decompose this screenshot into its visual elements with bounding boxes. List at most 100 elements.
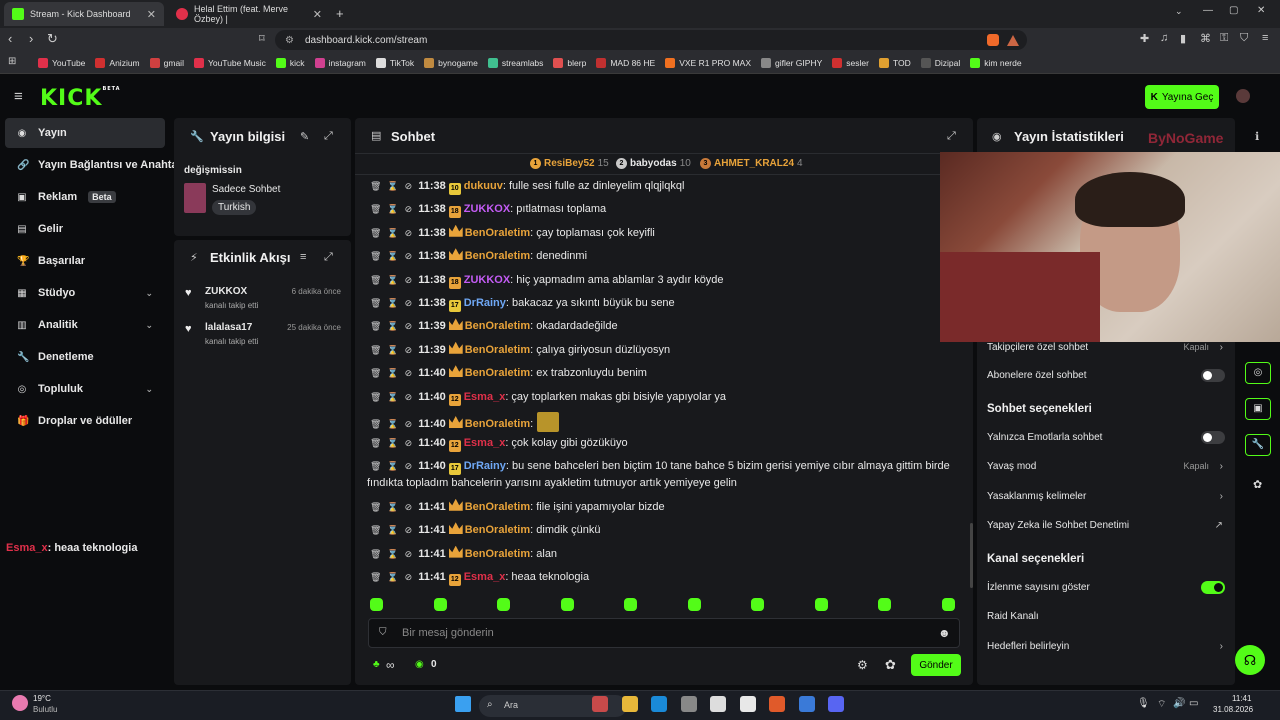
mod-actions-icon[interactable]: 🗑⌛⊘ bbox=[370, 438, 418, 448]
setting-row[interactable]: Takipçilere özel sohbet Kapalı › bbox=[987, 340, 1225, 354]
apps-grid-icon[interactable]: ⊞ bbox=[8, 56, 16, 67]
menu-icon[interactable]: ≡ bbox=[1262, 32, 1268, 44]
chat-message[interactable]: 🗑⌛⊘11:40 12 Esma_x: çok kolay gibi gözüküy… bbox=[370, 435, 960, 452]
message-username[interactable]: BenOraletim bbox=[465, 548, 530, 560]
bookmark-item[interactable]: instagram bbox=[314, 57, 366, 68]
toggle-switch[interactable] bbox=[1201, 368, 1225, 382]
hamburger-menu-icon[interactable]: ≡ bbox=[14, 88, 23, 105]
chat-message[interactable]: 🗑⌛⊘11:41 BenOraletim: file işini yapamıyo… bbox=[370, 498, 960, 516]
new-tab-icon[interactable]: + bbox=[336, 6, 344, 21]
chat-message[interactable]: 🗑⌛⊘11:38 BenOraletim: çay toplaması çok k… bbox=[370, 224, 960, 242]
taskbar-app-icon[interactable] bbox=[710, 696, 726, 712]
wallet-icon[interactable]: ⚿ bbox=[1220, 32, 1228, 45]
sidebar-item-7[interactable]: 🔧 Denetleme bbox=[5, 342, 165, 372]
message-username[interactable]: BenOraletim bbox=[465, 344, 530, 356]
mod-actions-icon[interactable]: 🗑⌛⊘ bbox=[370, 572, 418, 582]
quick-emote-icon[interactable] bbox=[751, 598, 764, 611]
message-username[interactable]: BenOraletim bbox=[465, 367, 530, 379]
sidebar-item-1[interactable]: 🔗 Yayın Bağlantısı ve Anahtar bbox=[5, 150, 182, 180]
bookmark-item[interactable]: YouTube bbox=[38, 57, 85, 68]
bookmark-item[interactable]: sesler bbox=[832, 57, 869, 68]
chat-message[interactable]: 🗑⌛⊘11:41 12 Esma_x: heaa teknologia bbox=[370, 569, 960, 586]
sidebar-item-9[interactable]: 🎁 Droplar ve ödüller bbox=[5, 406, 165, 436]
chat-scrollbar[interactable] bbox=[970, 523, 973, 588]
message-username[interactable]: BenOraletim bbox=[465, 524, 530, 536]
chat-message[interactable]: 🗑⌛⊘11:40 12 Esma_x: çay toplarken makas gb… bbox=[370, 389, 960, 406]
message-username[interactable]: ZUKKOX bbox=[464, 203, 510, 215]
taskbar-app-icon[interactable] bbox=[651, 696, 667, 712]
rail-mod-icon[interactable]: 🔧 bbox=[1245, 434, 1271, 456]
quick-emote-icon[interactable] bbox=[624, 598, 637, 611]
event-user[interactable]: lalalasa17 bbox=[205, 322, 252, 333]
popout-icon[interactable]: ⤢ bbox=[947, 130, 956, 143]
filter-icon[interactable]: ≡ bbox=[300, 251, 306, 263]
chat-message[interactable]: 🗑⌛⊘11:41 BenOraletim: alan bbox=[370, 545, 960, 563]
vpn-icon[interactable]: ⛉ bbox=[1240, 32, 1248, 45]
close-tab-icon[interactable]: ✕ bbox=[313, 8, 322, 21]
volume-icon[interactable]: 🔊 bbox=[1173, 698, 1185, 709]
taskbar-app-icon[interactable] bbox=[592, 696, 608, 712]
rail-clip-icon[interactable]: ▣ bbox=[1245, 398, 1271, 420]
mic-icon[interactable]: 🎙 bbox=[1137, 698, 1150, 709]
send-button[interactable]: Gönder bbox=[911, 654, 961, 676]
chat-message[interactable]: 🗑⌛⊘11:38 BenOraletim: denedinmi bbox=[370, 248, 960, 265]
quick-emote-icon[interactable] bbox=[560, 598, 574, 611]
quick-emote-icon[interactable] bbox=[370, 598, 383, 611]
bookmark-item[interactable]: bynogame bbox=[424, 57, 478, 68]
setting-row[interactable]: Hedefleri belirleyin › bbox=[987, 639, 1225, 653]
sidebar-item-6[interactable]: ▥ Analitik ⌄ bbox=[5, 310, 165, 340]
quick-emote-icon[interactable] bbox=[433, 598, 447, 611]
kick-logo[interactable]: KICKBETA bbox=[40, 86, 121, 111]
chat-message[interactable]: 🗑⌛⊘11:39 BenOraletim: çalıya giriyosun dü… bbox=[370, 341, 960, 359]
rail-extensions-icon[interactable]: ✿ bbox=[1253, 478, 1262, 491]
window-close-icon[interactable]: ✕ bbox=[1257, 5, 1265, 16]
reload-icon[interactable]: ↻ bbox=[47, 31, 58, 47]
chevron-down-icon[interactable]: ⌄ bbox=[145, 288, 153, 299]
bookmark-item[interactable]: kim nerde bbox=[970, 57, 1022, 68]
mod-actions-icon[interactable]: 🗑⌛⊘ bbox=[370, 525, 418, 535]
bookmark-item[interactable]: Dizipal bbox=[920, 57, 960, 68]
chevron-right-icon[interactable]: › bbox=[1220, 461, 1223, 472]
taskbar-app-icon[interactable] bbox=[769, 696, 785, 712]
setting-row[interactable]: İzlenme sayısını göster bbox=[987, 580, 1225, 594]
maximize-icon[interactable]: ▢ bbox=[1229, 5, 1238, 16]
bookmark-icon[interactable]: ⌑ bbox=[259, 32, 265, 45]
chevron-down-icon[interactable]: ⌄ bbox=[145, 384, 153, 395]
taskbar-app-icon[interactable] bbox=[621, 696, 638, 712]
message-username[interactable]: BenOraletim bbox=[465, 250, 530, 262]
bookmark-item[interactable]: TikTok bbox=[375, 57, 414, 68]
message-username[interactable]: dukuuv bbox=[464, 180, 503, 192]
quick-emote-icon[interactable] bbox=[878, 598, 891, 611]
quick-emote-icon[interactable] bbox=[497, 598, 510, 611]
message-username[interactable]: Esma_x bbox=[464, 391, 506, 403]
bookmark-item[interactable]: Anizium bbox=[95, 57, 140, 68]
taskbar-app-icon[interactable] bbox=[739, 696, 756, 712]
message-username[interactable]: BenOraletim bbox=[465, 501, 530, 513]
mod-actions-icon[interactable]: 🗑⌛⊘ bbox=[370, 419, 418, 429]
quick-emote-icon[interactable] bbox=[814, 598, 828, 611]
mod-actions-icon[interactable]: 🗑⌛⊘ bbox=[370, 345, 418, 355]
sidebar-item-4[interactable]: 🏆 Başarılar bbox=[5, 246, 165, 276]
mod-actions-icon[interactable]: 🗑⌛⊘ bbox=[370, 502, 418, 512]
edit-icon[interactable]: ✎ bbox=[300, 130, 309, 143]
message-username[interactable]: BenOraletim bbox=[465, 320, 530, 332]
sidebar-item-0[interactable]: ◉ Yayın bbox=[5, 118, 165, 148]
quick-emote-icon[interactable] bbox=[687, 598, 701, 611]
chat-message[interactable]: 🗑⌛⊘11:41 BenOraletim: dimdik çünkü bbox=[370, 522, 960, 539]
bookmark-item[interactable]: MAD 86 HE bbox=[596, 57, 655, 68]
mod-actions-icon[interactable]: 🗑⌛⊘ bbox=[370, 368, 418, 378]
category-name[interactable]: Sadece Sohbet bbox=[212, 184, 280, 195]
wifi-icon[interactable]: ⌔ bbox=[1157, 698, 1166, 711]
message-username[interactable]: BenOraletim bbox=[465, 418, 530, 430]
message-username[interactable]: DrRainy bbox=[464, 297, 506, 309]
external-link-icon[interactable]: ↗ bbox=[1215, 520, 1223, 531]
sidebar-item-8[interactable]: ◎ Topluluk ⌄ bbox=[5, 374, 165, 404]
setting-row[interactable]: Yapay Zeka ile Sohbet Denetimi ↗ bbox=[987, 518, 1225, 532]
popout-icon[interactable]: ⤢ bbox=[324, 130, 333, 143]
quick-emote-icon[interactable] bbox=[941, 598, 955, 611]
tab-list-icon[interactable]: ⌄ bbox=[1175, 6, 1183, 17]
setting-row[interactable]: Abonelere özel sohbet bbox=[987, 368, 1225, 382]
leaderboard-entry[interactable]: 2 babyodas 10 bbox=[616, 158, 691, 169]
chat-message[interactable]: 🗑⌛⊘11:40 BenOraletim: bbox=[370, 412, 960, 433]
settings-gear-icon[interactable]: ⚙ bbox=[857, 658, 868, 672]
